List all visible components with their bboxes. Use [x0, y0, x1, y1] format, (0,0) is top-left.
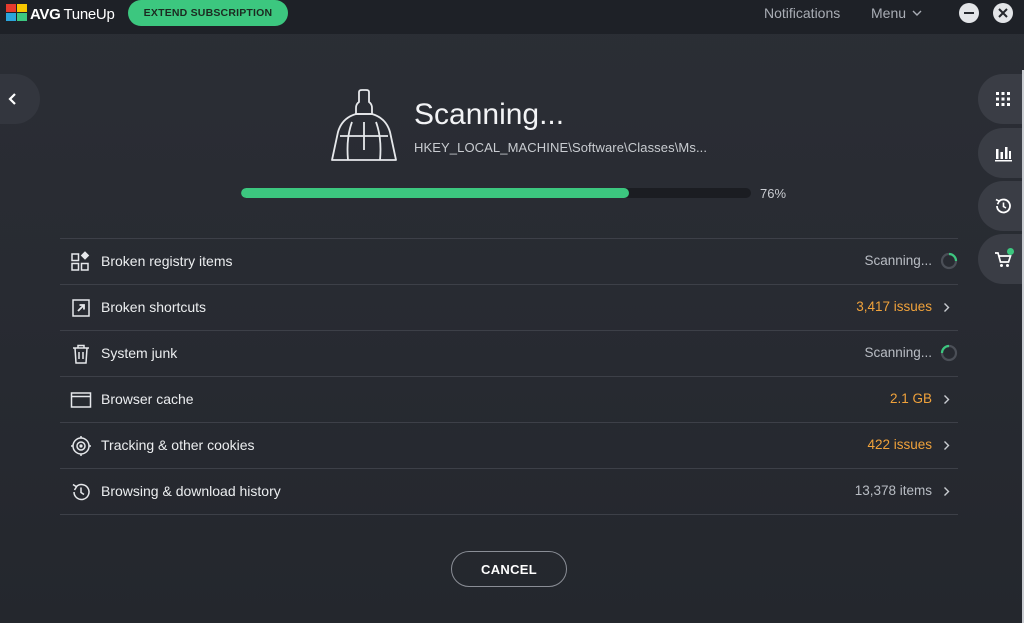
list-item-tracking-cookies[interactable]: Tracking & other cookies 422 issues: [60, 423, 958, 469]
list-item-broken-shortcuts[interactable]: Broken shortcuts 3,417 issues: [60, 285, 958, 331]
list-item-browsing-history[interactable]: Browsing & download history 13,378 items: [60, 469, 958, 515]
chevron-down-icon: [912, 10, 922, 16]
shop-button[interactable]: [978, 234, 1024, 284]
item-label: Broken shortcuts: [101, 299, 207, 315]
list-item-system-junk[interactable]: System junk Scanning...: [60, 331, 958, 377]
trash-icon: [73, 344, 89, 364]
history-icon: [72, 483, 90, 501]
item-label: System junk: [101, 345, 178, 361]
title-bar: AVG TuneUp EXTEND SUBSCRIPTION Notificati…: [0, 0, 1024, 34]
browser-icon: [70, 392, 92, 408]
close-icon: [998, 8, 1008, 18]
scan-results-list: Broken registry items Scanning... Broken…: [60, 238, 958, 515]
registry-icon: [71, 251, 90, 271]
chevron-right-icon: [944, 441, 950, 450]
product-name: TuneUp: [63, 6, 115, 23]
item-status: 3,417 issues: [856, 299, 932, 314]
close-button[interactable]: [993, 3, 1013, 23]
notifications-link[interactable]: Notifications: [764, 5, 840, 21]
progress-fill: [241, 188, 629, 198]
app-window: AVG TuneUp EXTEND SUBSCRIPTION Notificati…: [0, 0, 1024, 623]
brand-name: AVG: [30, 6, 61, 23]
history-button[interactable]: [978, 181, 1024, 231]
chevron-left-icon: [8, 93, 16, 105]
item-label: Browser cache: [101, 391, 194, 407]
menu-button[interactable]: Menu: [871, 5, 922, 21]
chart-icon: [995, 147, 1012, 162]
back-button[interactable]: [0, 74, 40, 124]
item-label: Tracking & other cookies: [101, 437, 255, 453]
shortcut-icon: [72, 299, 90, 317]
chevron-right-icon: [944, 487, 950, 496]
menu-label: Menu: [871, 5, 907, 21]
notification-dot: [1007, 248, 1014, 255]
list-item-broken-registry[interactable]: Broken registry items Scanning...: [60, 239, 958, 285]
performance-button[interactable]: [978, 128, 1024, 178]
broom-icon: [331, 89, 397, 161]
minimize-button[interactable]: [959, 3, 979, 23]
item-label: Browsing & download history: [101, 483, 281, 499]
chevron-right-icon: [944, 395, 950, 404]
app-title: AVG TuneUp: [30, 6, 115, 23]
item-status: Scanning...: [864, 253, 932, 268]
progress-percent: 76%: [760, 186, 787, 201]
avg-logo-icon: [6, 4, 27, 21]
chevron-right-icon: [944, 303, 950, 312]
apps-grid-icon: [996, 92, 1010, 106]
extend-subscription-button[interactable]: EXTEND SUBSCRIPTION: [128, 0, 288, 26]
apps-button[interactable]: [978, 74, 1024, 124]
item-status: 422 issues: [867, 437, 932, 452]
progress-bar: [241, 188, 751, 198]
cancel-button[interactable]: CANCEL: [451, 551, 567, 587]
scan-path: HKEY_LOCAL_MACHINE\Software\Classes\Ms..…: [414, 140, 708, 155]
spinner-icon: [940, 252, 958, 270]
spinner-icon: [940, 344, 958, 362]
history-icon: [995, 198, 1011, 214]
tracking-icon: [71, 436, 91, 456]
item-status: 13,378 items: [854, 483, 932, 498]
item-label: Broken registry items: [101, 253, 233, 269]
item-status: Scanning...: [864, 345, 932, 360]
list-item-browser-cache[interactable]: Browser cache 2.1 GB: [60, 377, 958, 423]
item-status: 2.1 GB: [889, 391, 932, 406]
scan-title: Scanning...: [414, 98, 565, 131]
